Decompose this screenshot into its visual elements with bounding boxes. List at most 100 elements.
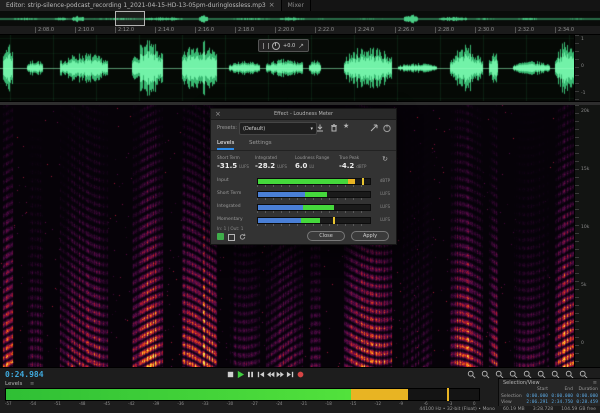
stat-label: Loudness Range [295,155,335,160]
meter-label: Short Term [217,191,241,196]
delete-preset-icon[interactable] [329,123,339,133]
timeline-ruler[interactable]: 2:08.0 2:10.0 2:12.0 2:14.0 2:16.0 2:18.0 2:20… [0,26,600,35]
stat-label: Short Term [217,155,251,160]
hud-gain-value[interactable]: +0.0 [283,43,295,49]
stat-true-peak: True Peak-4.2dBTP [339,155,373,170]
amplitude-scale: 10-1 [574,35,600,101]
save-preset-icon[interactable] [315,123,325,133]
tab-editor[interactable]: Editor: strip-silence-podcast_recording … [0,0,282,11]
timeline-tick: 2:14.0 [155,27,174,33]
reset-icon[interactable]: ↻ [382,155,388,163]
forward-button[interactable] [276,370,285,379]
meter-ruler [257,185,369,187]
meter-label: Momentary [217,217,243,222]
preset-value: (Default) [243,126,265,132]
meter-row-short-term: Short TermLUFS [211,190,396,202]
meter-track [257,191,371,198]
channel-config-label: In: 1 | Out: 1 [217,226,243,231]
selection-view-panel: Selection/View ≡ StartEndDurationSelecti… [498,378,600,407]
preset-dropdown[interactable]: (Default) ▾ [239,122,317,135]
stop-button[interactable] [226,370,235,379]
tab-levels[interactable]: Levels [217,140,234,150]
timeline-tick: 2:08.0 [35,27,54,33]
hud-gain-overlay[interactable]: +0.0 [258,39,309,52]
panel-menu-icon[interactable]: ≡ [30,381,34,387]
meter-row-integrated: IntegratedLUFS [211,203,396,215]
volume-knob-icon[interactable] [272,42,280,50]
preview-play-button[interactable] [217,233,224,240]
next-button[interactable] [286,370,295,379]
dialog-titlebar[interactable]: × Effect - Loudness Meter [211,109,396,120]
zoom-in-button[interactable] [466,370,476,379]
frequency-label: 5k [581,283,586,288]
level-meter-bar [5,388,480,401]
frequency-label: 15k [581,167,589,172]
overview-strip[interactable] [0,12,600,26]
frequency-label: 0 [581,341,584,346]
editor-tab-label: Editor: strip-silence-podcast_recording … [6,2,266,9]
meter-unit: LUFS [380,217,390,222]
grip-icon [263,43,269,49]
stat-loudness-range: Loudness Range 6.0LU [295,155,335,170]
loudness-meter-dialog: × Effect - Loudness Meter Presets: (Defa… [210,108,397,245]
pause-button[interactable] [246,370,255,379]
close-button[interactable]: Close [307,231,345,241]
zoom-out-button[interactable] [480,370,490,379]
rewind-button[interactable] [266,370,275,379]
power-icon[interactable] [382,123,392,133]
mixer-tab-label: Mixer [288,2,304,9]
meter-unit: LUFS [380,204,390,209]
timeline-tick: 2:10.0 [75,27,94,33]
frequency-label: 20k [581,109,589,114]
meter-segment-green [303,205,334,210]
level-peak-indicator [447,388,449,401]
timeline-tick: 2:24.0 [355,27,374,33]
meter-segment-blue [258,205,303,210]
stat-value: 6.0 [295,162,307,170]
meter-unit: dBTP [380,178,390,183]
status-bar: 44100 Hz • 32-bit (Float) • Mono 60.19 M… [0,406,600,413]
timeline-tick: 2:26.0 [395,27,414,33]
amplitude-label: -1 [581,91,586,96]
panel-menu-icon[interactable]: ≡ [593,380,597,386]
apply-button[interactable]: Apply [351,231,389,241]
stat-unit: LU [309,164,314,169]
tab-mixer[interactable]: Mixer [282,0,311,11]
meter-track [257,178,371,185]
dialog-title: Effect - Loudness Meter [211,111,396,117]
timeline-tick: 2:18.0 [235,27,254,33]
edit-icon[interactable] [298,43,304,49]
preview-stop-button[interactable] [228,234,235,241]
loop-icon[interactable] [238,233,247,241]
meter-row-input: Input dBTP [211,177,396,189]
meter-peak-indicator [362,178,364,185]
levels-label: Levels [5,381,22,387]
frequency-label: 10k [581,225,589,230]
timeline-tick: 2:32.0 [515,27,534,33]
play-button[interactable] [236,370,245,379]
free-space-label: 104.59 GB free [561,407,596,412]
record-button[interactable] [296,370,305,379]
route-icon[interactable] [369,123,379,133]
favorite-star-icon[interactable]: ★ [343,122,353,132]
meter-segment-green [305,192,327,197]
timeline-tick: 2:34.0 [555,27,574,33]
timeline-tick: 2:20.0 [275,27,294,33]
chevron-down-icon: ▾ [310,126,313,132]
stat-unit: LUFS [277,164,287,169]
prev-button[interactable] [256,370,265,379]
close-tab-icon[interactable]: × [269,2,275,9]
stat-unit: LUFS [239,164,249,169]
timeline-tick: 2:12.0 [115,27,134,33]
stat-label: Integrated [255,155,291,160]
frequency-scale: 20k 15k 10k 5k 0 [574,105,600,367]
tab-settings[interactable]: Settings [249,140,272,148]
view-window-handle[interactable] [115,11,145,26]
timeline-tick: 2:22.0 [315,27,334,33]
time-display[interactable]: 0:24.984 [5,370,44,379]
timeline-tick: 2:16.0 [195,27,214,33]
stat-value: -28.2 [255,162,275,170]
overview-navigator[interactable] [0,11,600,26]
meter-label: Input [217,178,229,183]
meter-ruler [257,211,369,213]
